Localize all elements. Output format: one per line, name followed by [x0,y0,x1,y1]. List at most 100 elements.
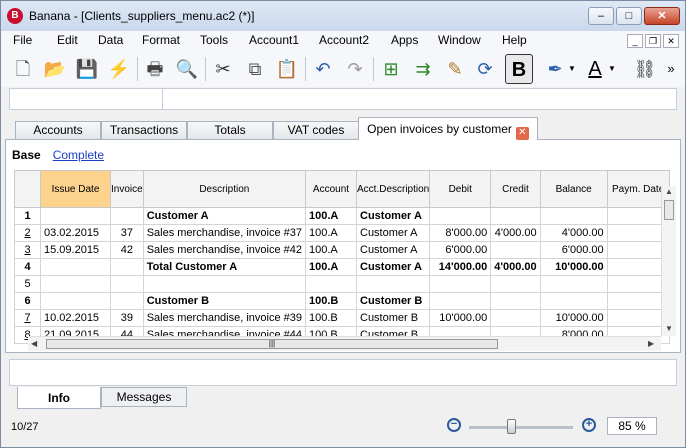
row-number[interactable]: 2 [14,224,41,242]
row-number[interactable]: 7 [14,309,41,327]
acct-description-cell[interactable]: Customer B [355,309,431,327]
close-tab-icon[interactable]: ✕ [515,127,529,140]
paym-date-cell[interactable] [606,224,670,242]
description-cell[interactable]: Sales merchandise, invoice #42 [142,241,307,259]
issue-date-cell[interactable]: 15.09.2015 [40,241,111,259]
menu-account1[interactable]: Account1 [249,33,299,47]
credit-cell[interactable]: 4'000.00 [490,258,541,276]
zoom-slider-knob[interactable] [507,419,516,434]
menu-file[interactable]: File [13,33,32,47]
table-row[interactable]: 6 Customer B 100.B Customer B [14,292,670,310]
table-row[interactable]: 3 15.09.2015 42 Sales merchandise, invoice … [14,241,670,259]
debit-cell[interactable]: 14'000.00 [429,258,492,276]
debit-cell[interactable]: 6'000.00 [429,241,492,259]
paym-date-cell[interactable] [606,207,670,225]
tab-transactions[interactable]: Transactions [101,121,187,139]
description-cell[interactable]: Sales merchandise, invoice #37 [142,224,307,242]
credit-cell[interactable] [490,292,541,310]
table-row[interactable]: 4 Total Customer A 100.A Customer A 14'000.0… [14,258,670,276]
zoom-level-field[interactable]: 85 % [607,417,657,435]
issue-date-cell[interactable] [40,207,111,225]
credit-cell[interactable]: 4'000.00 [490,224,541,242]
mdi-minimize-button[interactable]: _ [627,34,643,48]
paym-date-cell[interactable] [606,258,670,276]
recalculate-icon[interactable]: ⟳ [471,54,499,84]
menu-help[interactable]: Help [502,33,527,47]
view-base[interactable]: Base [12,148,41,162]
menu-window[interactable]: Window [438,33,481,47]
issue-date-cell[interactable] [40,275,111,293]
menu-data[interactable]: Data [98,33,123,47]
credit-cell[interactable] [490,309,541,327]
column-header-debit[interactable]: Debit [429,170,492,208]
invoice-cell[interactable] [110,207,144,225]
menu-tools[interactable]: Tools [200,33,228,47]
column-header-invoice[interactable]: Invoice [110,170,144,208]
acct-description-cell[interactable]: Customer A [355,258,431,276]
row-number-header[interactable] [14,170,41,208]
tab-vat-codes[interactable]: VAT codes [273,121,359,139]
save-icon[interactable]: 💾 [73,54,101,84]
horizontal-scroll-thumb[interactable]: ||| [46,339,498,349]
column-header-paym-date[interactable]: Paym. Date [606,170,670,208]
add-row-icon[interactable]: ⊞ [377,54,405,84]
menu-apps[interactable]: Apps [391,33,418,47]
account-cell[interactable]: 100.B [305,292,357,310]
account-cell[interactable]: 100.A [305,224,357,242]
invoice-cell[interactable] [110,258,144,276]
invoice-cell[interactable] [110,275,144,293]
debit-cell[interactable] [429,207,492,225]
acct-description-cell[interactable]: Customer B [355,292,431,310]
column-header-account[interactable]: Account [305,170,357,208]
column-header-balance[interactable]: Balance [539,170,608,208]
zoom-out-icon[interactable]: − [447,418,461,432]
zoom-slider[interactable] [469,419,573,434]
scroll-left-icon[interactable]: ◀ [31,339,37,348]
account-cell[interactable]: 100.A [305,241,357,259]
row-number[interactable]: 1 [14,207,41,225]
acct-description-cell[interactable]: Customer A [355,241,431,259]
menu-edit[interactable]: Edit [57,33,78,47]
debit-cell[interactable] [429,275,492,293]
mdi-restore-button[interactable]: ❐ [645,34,661,48]
menu-format[interactable]: Format [142,33,180,47]
menu-account2[interactable]: Account2 [319,33,369,47]
tab-accounts[interactable]: Accounts [15,121,101,139]
edit-icon[interactable]: ✎ [441,54,469,84]
paste-icon[interactable]: 📋 [273,54,301,84]
print-preview-icon[interactable]: 🔍 [173,54,201,84]
table-row[interactable]: 1 Customer A 100.A Customer A [14,207,670,225]
row-number[interactable]: 4 [14,258,41,276]
description-cell[interactable] [142,275,307,293]
tab-totals[interactable]: Totals [187,121,273,139]
balance-cell[interactable]: 10'000.00 [539,309,608,327]
credit-cell[interactable] [490,241,541,259]
account-cell[interactable]: 100.A [305,258,357,276]
scroll-right-icon[interactable]: ▶ [648,339,654,348]
undo-icon[interactable]: ↶ [309,54,337,84]
invoice-cell[interactable]: 42 [110,241,144,259]
scroll-up-icon[interactable]: ▲ [665,187,673,196]
font-color-icon[interactable]: A [581,54,609,84]
binoculars-icon[interactable]: ⛓ [631,54,659,84]
debit-cell[interactable]: 8'000.00 [429,224,492,242]
table-row[interactable]: 5 [14,275,670,293]
insert-row-icon[interactable]: ⇉ [409,54,437,84]
debit-cell[interactable]: 10'000.00 [429,309,492,327]
open-folder-icon[interactable]: 📂 [41,54,69,84]
balance-cell[interactable]: 4'000.00 [539,224,608,242]
account-cell[interactable]: 100.B [305,309,357,327]
acct-description-cell[interactable] [355,275,431,293]
close-button[interactable]: ✕ [644,7,680,25]
highlight-dropdown-icon[interactable]: ▼ [567,54,577,84]
issue-date-cell[interactable]: 03.02.2015 [40,224,111,242]
font-color-dropdown-icon[interactable]: ▼ [607,54,617,84]
account-cell[interactable]: 100.A [305,207,357,225]
description-cell[interactable]: Customer B [142,292,307,310]
balance-cell[interactable]: 10'000.00 [539,258,608,276]
cut-icon[interactable]: ✂ [209,54,237,84]
acct-description-cell[interactable]: Customer A [355,224,431,242]
vertical-scrollbar[interactable]: ▲ ▼ [661,186,676,336]
row-number[interactable]: 6 [14,292,41,310]
balance-cell[interactable] [539,275,608,293]
